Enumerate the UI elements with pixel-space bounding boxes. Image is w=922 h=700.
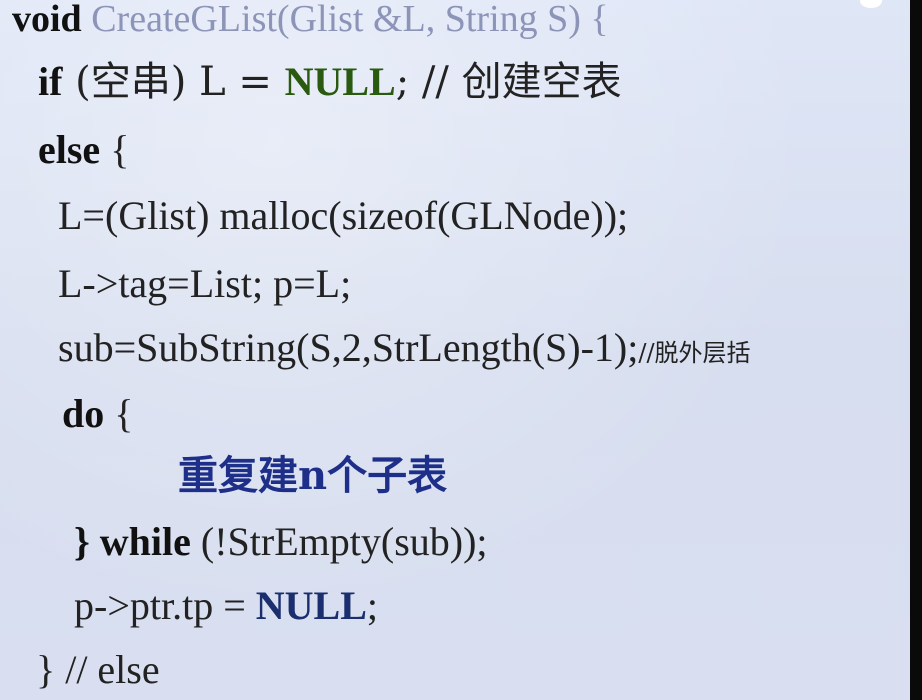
keyword-if: if — [38, 59, 63, 104]
keyword-do: do — [62, 391, 105, 436]
code-line-do: do { — [62, 394, 133, 434]
code-line-while: } while (!StrEmpty(sub)); — [74, 522, 488, 562]
closing-brace: } — [74, 519, 100, 564]
code-line-else-end: } // else — [36, 650, 160, 690]
keyword-void: void — [12, 0, 82, 40]
substring-comment: //脱外层括 — [638, 339, 751, 367]
loop-body-description: 重复建n个子表 — [178, 452, 448, 499]
right-edge-bar — [910, 0, 922, 700]
null-literal: NULL — [284, 59, 396, 104]
code-line-ptr-tp: p->ptr.tp = NULL; — [74, 586, 378, 626]
null-literal: NULL — [255, 583, 367, 628]
code-line-function-signature: void CreateGList(Glist &L, String S) { — [12, 0, 609, 38]
code-line-if-empty: if (空串) L = NULL; // 创建空表 — [38, 59, 622, 105]
if-condition-text: (空串) L = — [62, 59, 285, 105]
code-slide: void CreateGList(Glist &L, String S) { i… — [0, 0, 910, 700]
substring-statement: sub=SubString(S,2,StrLength(S)-1); — [58, 325, 639, 370]
code-line-substring: sub=SubString(S,2,StrLength(S)-1);//脱外层括 — [58, 328, 751, 368]
else-brace: { — [100, 127, 130, 172]
code-line-else: else { — [38, 130, 129, 170]
while-condition: (!StrEmpty(sub)); — [190, 519, 488, 564]
else-end-text: } // else — [36, 647, 160, 692]
code-line-loop-body: 重复建n个子表 — [178, 456, 447, 496]
code-line-malloc: L=(Glist) malloc(sizeof(GLNode)); — [58, 196, 628, 236]
ptr-tp-semicolon: ; — [366, 583, 379, 628]
code-line-tag-assign: L->tag=List; p=L; — [58, 264, 351, 304]
if-comment-text: ; // 创建空表 — [395, 59, 622, 105]
do-brace: { — [104, 391, 134, 436]
keyword-else: else — [38, 127, 101, 172]
function-signature-text: CreateGList(Glist &L, String S) { — [81, 0, 609, 40]
ptr-tp-assign: p->ptr.tp = — [74, 583, 256, 628]
keyword-while: while — [99, 519, 191, 564]
malloc-statement: L=(Glist) malloc(sizeof(GLNode)); — [58, 193, 629, 238]
tag-assign-statement: L->tag=List; p=L; — [58, 261, 352, 306]
